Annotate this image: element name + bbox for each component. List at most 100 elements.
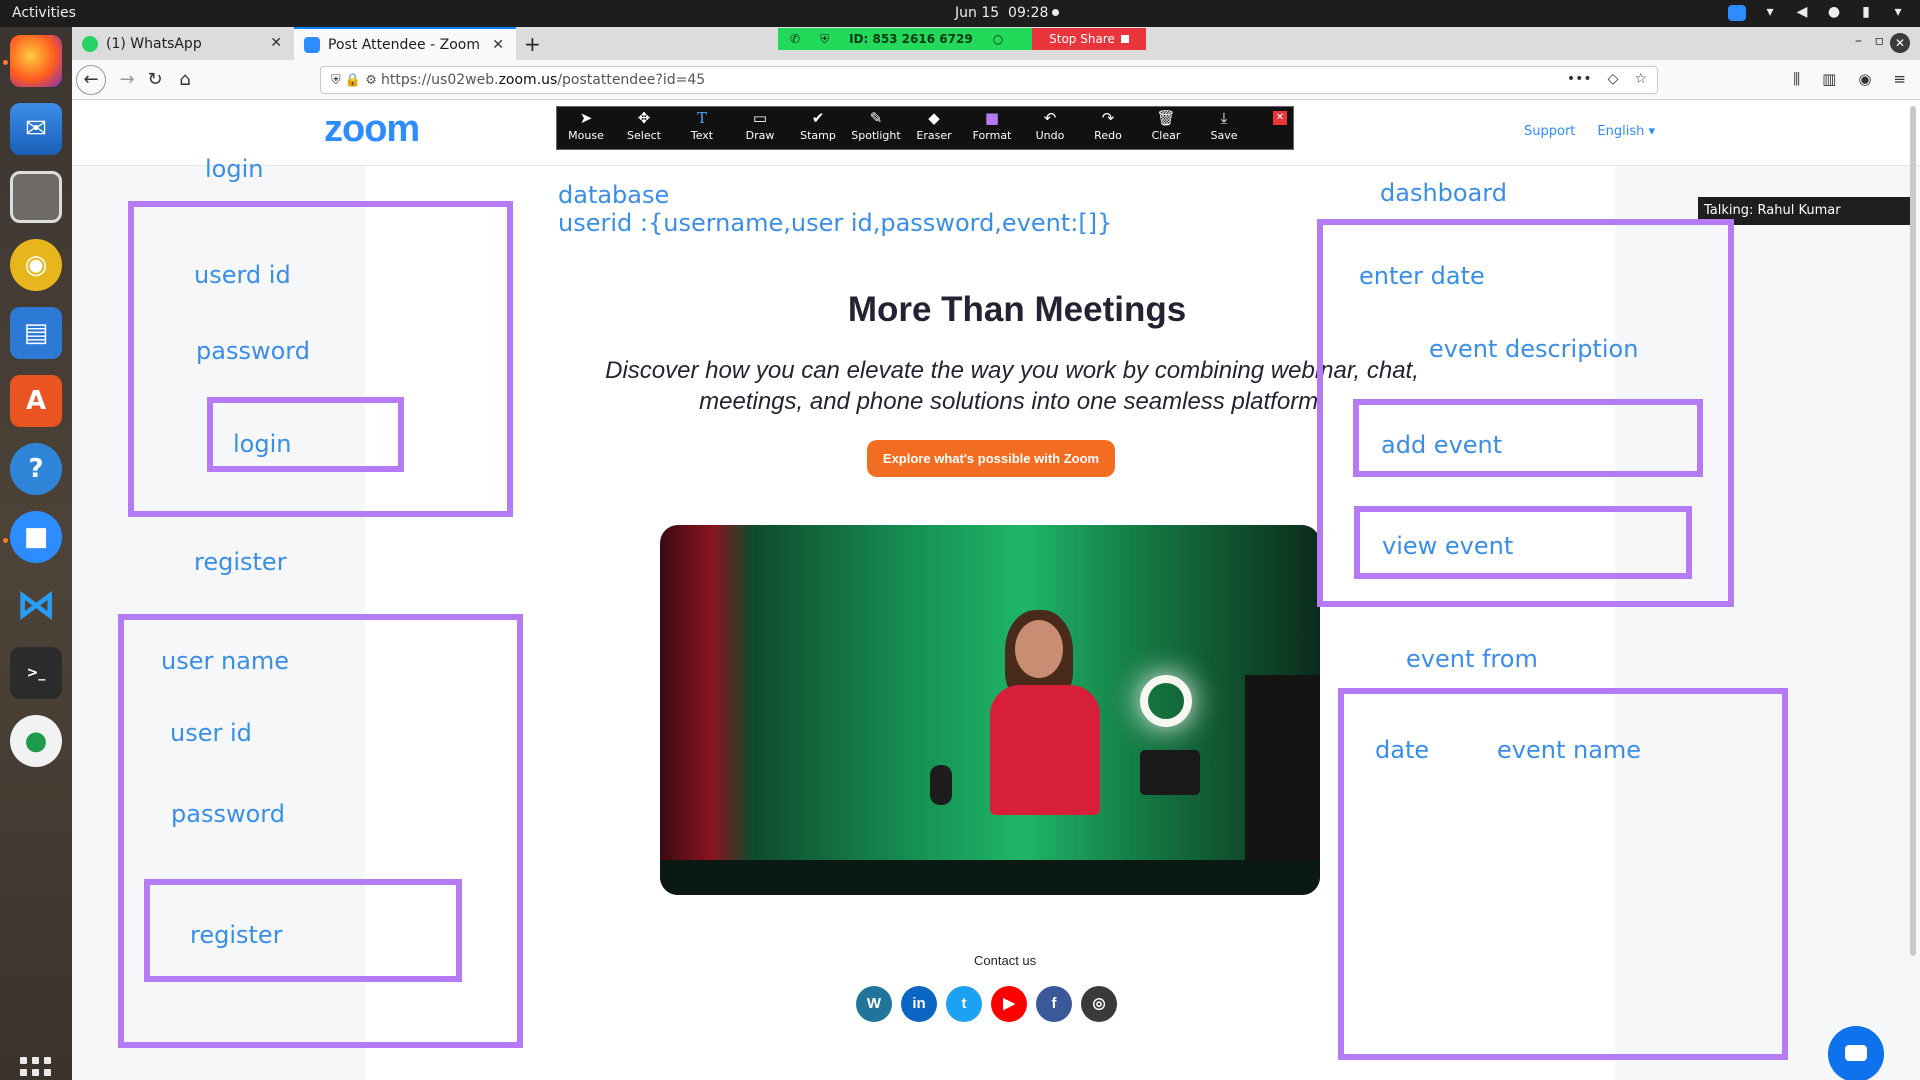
facebook-icon[interactable]: f: [1036, 986, 1072, 1022]
back-button[interactable]: ←: [76, 65, 106, 95]
tool-redo[interactable]: ↷ Redo: [1079, 109, 1137, 142]
social-links: W in t ▶ f ◎: [856, 986, 1117, 1022]
register-box-annotation: [118, 614, 523, 1048]
mongodb-compass-icon[interactable]: ●: [10, 715, 62, 767]
help-icon[interactable]: ?: [10, 443, 62, 495]
library-icon[interactable]: ⫼: [1793, 70, 1800, 88]
database-title-annotation: database: [558, 181, 670, 209]
writer-icon[interactable]: ▤: [10, 307, 62, 359]
menu-icon[interactable]: ≡: [1893, 70, 1906, 88]
wordpress-icon[interactable]: W: [856, 986, 892, 1022]
chat-icon: [1845, 1045, 1867, 1061]
meeting-id: ID: 853 2616 6729: [849, 32, 973, 46]
tool-save[interactable]: ⤓ Save: [1195, 109, 1253, 142]
close-annotation-icon[interactable]: ✕: [1273, 111, 1287, 125]
zoom-logo[interactable]: zoom: [324, 108, 420, 151]
close-window-button[interactable]: ✕: [1890, 33, 1910, 53]
explore-zoom-button[interactable]: Explore what's possible with Zoom: [867, 440, 1115, 477]
maximize-button[interactable]: ▫: [1875, 33, 1885, 49]
chat-bubble-button[interactable]: [1828, 1026, 1884, 1080]
rhythmbox-icon[interactable]: ◉: [10, 239, 62, 291]
linkedin-icon[interactable]: in: [901, 986, 937, 1022]
phone-icon: ✆: [790, 32, 801, 46]
add-event-annotation: add event: [1381, 431, 1503, 459]
tab-zoom[interactable]: Post Attendee - Zoom ✕: [294, 27, 516, 60]
notification-dot: [1052, 9, 1059, 16]
wifi-icon[interactable]: ▾: [1762, 4, 1778, 21]
clock[interactable]: Jun 15 09:28: [955, 5, 1048, 21]
volume-icon[interactable]: ◀: [1794, 4, 1810, 21]
microphone-icon[interactable]: ●: [1826, 4, 1842, 21]
tool-stamp[interactable]: ✔ Stamp: [789, 109, 847, 142]
tab-whatsapp[interactable]: (1) WhatsApp ✕: [72, 27, 294, 60]
register-username-annotation: user name: [161, 647, 290, 675]
annotation-toolbar: ➤ Mouse ✥ Select T Text ▭ Draw ✔ Stamp ✎ Spotl…: [556, 106, 1294, 150]
forward-button[interactable]: →: [112, 66, 142, 94]
zoom-tray-icon[interactable]: [1728, 5, 1746, 21]
shield-icon: ⛨: [820, 31, 830, 46]
power-menu-icon[interactable]: ▾: [1890, 4, 1906, 21]
tool-format[interactable]: ■ Format: [963, 109, 1021, 142]
new-tab-button[interactable]: +: [524, 32, 541, 56]
redo-icon: ↷: [1101, 109, 1115, 127]
draw-icon: ▭: [752, 109, 768, 127]
battery-icon[interactable]: ▮: [1858, 4, 1874, 21]
tool-eraser[interactable]: ◆ Eraser: [905, 109, 963, 142]
system-tray[interactable]: ▾ ◀ ● ▮ ▾: [1728, 4, 1906, 21]
account-icon[interactable]: ◉: [1858, 70, 1871, 88]
home-button[interactable]: ⌂: [170, 66, 200, 94]
language-selector[interactable]: English ▾: [1597, 124, 1655, 139]
address-bar[interactable]: ⛨ 🔒 ⚙ https://us02web. zoom.us/postattend…: [320, 66, 1658, 94]
pocket-icon[interactable]: ◇: [1608, 71, 1619, 87]
tool-draw[interactable]: ▭ Draw: [731, 109, 789, 142]
tool-spotlight[interactable]: ✎ Spotlight: [847, 109, 905, 142]
close-tab-icon[interactable]: ✕: [270, 35, 282, 51]
tool-text[interactable]: T Text: [673, 109, 731, 142]
tool-clear[interactable]: 🗑 Clear: [1137, 109, 1195, 142]
thunderbird-icon[interactable]: ✉: [10, 103, 62, 155]
minimize-button[interactable]: –: [1855, 33, 1862, 49]
contact-us-link[interactable]: Contact us: [974, 953, 1036, 968]
youtube-icon[interactable]: ▶: [991, 986, 1027, 1022]
dashboard-title-annotation: dashboard: [1380, 179, 1507, 207]
event-form-title-annotation: event from: [1406, 645, 1538, 673]
tool-select[interactable]: ✥ Select: [615, 109, 673, 142]
sidebar-icon[interactable]: ▥: [1822, 70, 1836, 88]
show-applications-icon[interactable]: [20, 1057, 52, 1080]
bookmark-star-icon[interactable]: ☆: [1634, 71, 1647, 87]
running-indicator: [3, 60, 8, 65]
database-schema-annotation: userid :{username,user id,password,event…: [558, 209, 1113, 237]
zoom-icon: [304, 36, 320, 53]
firefox-icon[interactable]: [10, 35, 62, 87]
dock: ✉ ◉ ▤ A ? ■ ⋈ >_ ●: [0, 27, 72, 1080]
tool-mouse[interactable]: ➤ Mouse: [557, 109, 615, 142]
page-scrollbar[interactable]: [1910, 106, 1916, 956]
reload-button[interactable]: ↻: [140, 66, 170, 94]
register-button-annotation: register: [190, 921, 283, 949]
view-event-annotation: view event: [1382, 532, 1514, 560]
terminal-icon[interactable]: >_: [10, 647, 62, 699]
support-link[interactable]: Support: [1524, 124, 1575, 139]
stop-square-icon: [1120, 35, 1129, 43]
running-indicator: [3, 538, 8, 543]
stop-share-button[interactable]: Stop Share: [1032, 28, 1146, 50]
login-button-annotation: login: [233, 430, 292, 458]
page-actions-icon[interactable]: •••: [1567, 71, 1592, 87]
hero-title: More Than Meetings: [847, 290, 1187, 329]
move-icon: ✥: [637, 109, 651, 127]
tool-undo[interactable]: ↶ Undo: [1021, 109, 1079, 142]
activities-button[interactable]: Activities: [12, 5, 76, 21]
share-status[interactable]: ✆ ⛨ ID: 853 2616 6729 ○: [778, 28, 1032, 50]
twitter-icon[interactable]: t: [946, 986, 982, 1022]
close-tab-icon[interactable]: ✕: [492, 37, 504, 53]
save-icon: ⤓: [1220, 109, 1228, 127]
zoom-app-icon[interactable]: ■: [10, 511, 62, 563]
instagram-icon[interactable]: ◎: [1081, 986, 1117, 1022]
system-top-bar: Activities Jun 15 09:28 ▾ ◀ ● ▮ ▾: [0, 0, 1920, 27]
dashboard-description-annotation: event description: [1429, 335, 1639, 363]
files-icon[interactable]: [10, 171, 62, 223]
vscode-icon[interactable]: ⋈: [10, 579, 62, 631]
register-password-annotation: password: [171, 800, 285, 828]
site-info-icon[interactable]: ⛨ 🔒 ⚙: [331, 73, 377, 88]
software-center-icon[interactable]: A: [10, 375, 62, 427]
